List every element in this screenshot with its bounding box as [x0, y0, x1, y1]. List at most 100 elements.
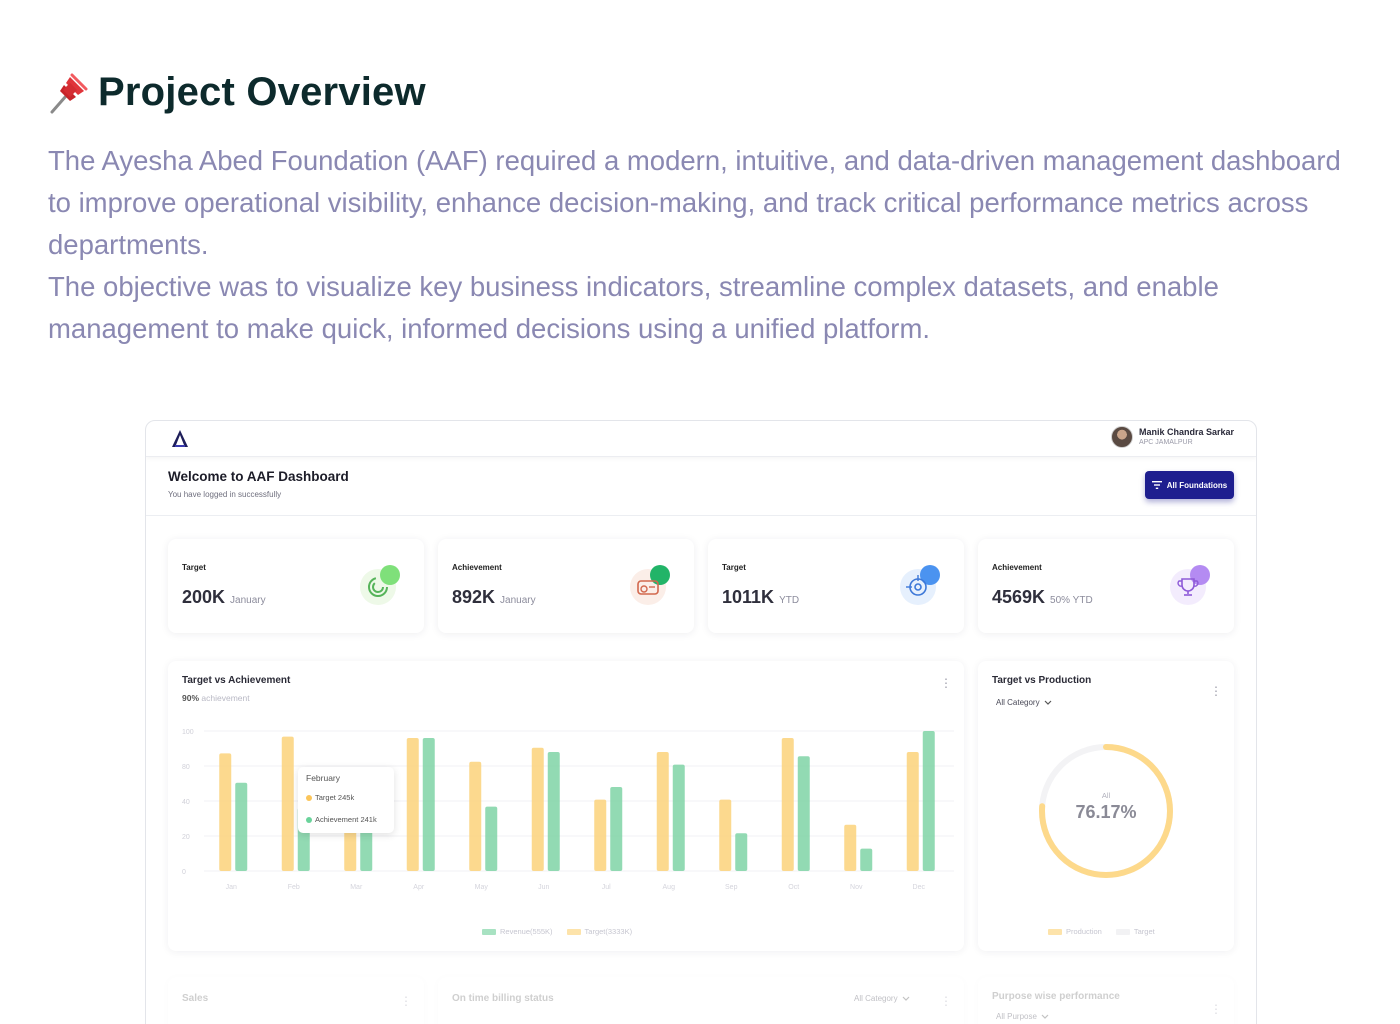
- all-foundations-label: All Foundations: [1166, 480, 1228, 490]
- bar-target-jul[interactable]: [594, 799, 607, 871]
- bar-achievement-dec[interactable]: [922, 731, 935, 871]
- page-title: Project Overview: [98, 70, 426, 114]
- description-paragraph-2: The objective was to visualize key busin…: [48, 271, 1219, 344]
- donut-center-label: All: [1101, 791, 1111, 800]
- purpose-performance-card: Purpose wise performance All Purpose ⋮: [978, 977, 1234, 1024]
- user-role: APC JAMALPUR: [1138, 439, 1193, 446]
- bar-target-apr[interactable]: [406, 738, 419, 871]
- x-tick-label: Jul: [602, 884, 611, 891]
- more-options-icon[interactable]: ⋮: [940, 677, 952, 689]
- tooltip-achievement-row: Achievement 241k: [306, 815, 377, 824]
- aaf-logo-icon: [172, 430, 188, 447]
- legend-item-target[interactable]: Target: [1115, 927, 1155, 936]
- kpi-card-achievement-ytd[interactable]: Achievement 4569K 50% YTD: [978, 539, 1234, 633]
- user-name: Manik Chandra Sarkar: [1138, 427, 1234, 437]
- welcome-subtitle: You have logged in successfully: [168, 490, 282, 499]
- bar-achievement-jun[interactable]: [547, 752, 560, 871]
- section-heading: Project Overview: [48, 70, 426, 115]
- x-tick-label: Apr: [413, 884, 425, 891]
- bar-achievement-jan[interactable]: [235, 782, 248, 871]
- legend-item-target[interactable]: Target(3333K): [566, 927, 632, 936]
- cash-icon: [630, 565, 670, 605]
- bar-target-nov[interactable]: [844, 824, 857, 871]
- bar-achievement-nov[interactable]: [860, 848, 873, 871]
- target-icon: [900, 565, 940, 605]
- x-tick-label: Oct: [788, 884, 799, 891]
- bar-achievement-may[interactable]: [485, 806, 498, 871]
- description-paragraph-1: The Ayesha Abed Foundation (AAF) require…: [48, 145, 1341, 260]
- x-tick-label: Feb: [288, 884, 300, 891]
- kpi-card-achievement-month[interactable]: Achievement 892K January: [438, 539, 694, 633]
- filter-icon: [1151, 481, 1162, 489]
- card-subtitle: 90% achievement: [182, 693, 250, 703]
- more-options-icon[interactable]: ⋮: [1210, 1003, 1222, 1015]
- kpi-label: Target: [722, 563, 746, 572]
- bar-achievement-sep[interactable]: [735, 833, 748, 871]
- y-tick-label: 80: [182, 764, 190, 771]
- target-vs-production-card: Target vs Production ⋮ All Category All …: [978, 661, 1234, 951]
- tooltip-target-row: Target 245k: [306, 793, 354, 802]
- chart-legend: Revenue(555K) Target(3333K): [482, 927, 632, 936]
- chevron-down-icon: [1041, 1014, 1049, 1019]
- bar-target-aug[interactable]: [656, 752, 669, 871]
- purpose-dropdown[interactable]: All Purpose: [992, 1009, 1053, 1024]
- bar-target-jun[interactable]: [531, 747, 544, 871]
- user-profile[interactable]: Manik Chandra Sarkar APC JAMALPUR: [1110, 426, 1234, 448]
- card-title: Sales: [182, 993, 209, 1004]
- more-options-icon[interactable]: ⋮: [1210, 685, 1222, 697]
- legend-item-production[interactable]: Production: [1048, 927, 1102, 936]
- kpi-value: 4569K 50% YTD: [992, 587, 1093, 607]
- kpi-value: 892K January: [452, 587, 536, 607]
- target-vs-achievement-card: Target vs Achievement 90% achievement ⋮ …: [168, 661, 964, 951]
- category-dropdown[interactable]: All Category: [850, 991, 914, 1006]
- bar-chart: 100 80 40 20 0 Jan Feb Mar Apr May Jun Jul Aug Sep Oct…: [182, 729, 954, 891]
- bar-target-feb[interactable]: [281, 736, 294, 871]
- kpi-value: 1011K YTD: [722, 587, 800, 607]
- chart-tooltip: February Target 245k Achievement 241k: [298, 767, 394, 833]
- kpi-period: YTD: [779, 595, 800, 606]
- bar-achievement-aug[interactable]: [672, 764, 685, 871]
- billing-status-card: On time billing status All Category ⋮: [438, 977, 964, 1024]
- dashboard-screenshot: Manik Chandra Sarkar APC JAMALPUR Welcom…: [145, 420, 1257, 1024]
- x-tick-label: Sep: [725, 884, 738, 891]
- bar-target-jan[interactable]: [219, 753, 232, 871]
- y-tick-label: 20: [182, 834, 190, 841]
- all-foundations-button[interactable]: All Foundations: [1145, 471, 1234, 499]
- bar-achievement-apr[interactable]: [422, 738, 435, 871]
- bar-target-may[interactable]: [469, 761, 482, 871]
- x-tick-label: May: [475, 884, 489, 891]
- card-title: On time billing status: [452, 993, 554, 1004]
- donut-center: All 76.17%: [1036, 791, 1176, 823]
- y-tick-label: 0: [182, 869, 186, 876]
- bar-achievement-jul[interactable]: [610, 787, 623, 871]
- legend-item-revenue[interactable]: Revenue(555K): [482, 927, 553, 936]
- kpi-card-target-month[interactable]: Target 200K January: [168, 539, 424, 633]
- category-dropdown[interactable]: All Category: [992, 695, 1056, 710]
- bar-target-dec[interactable]: [906, 752, 919, 871]
- trophy-icon: [1170, 565, 1210, 605]
- more-options-icon[interactable]: ⋮: [400, 995, 412, 1007]
- top-navbar: Manik Chandra Sarkar APC JAMALPUR: [146, 421, 1256, 457]
- y-tick-label: 100: [182, 729, 194, 736]
- kpi-label: Achievement: [452, 563, 502, 572]
- card-title: Target vs Achievement: [182, 675, 291, 686]
- x-tick-label: Aug: [663, 884, 676, 891]
- divider: [146, 515, 1256, 516]
- card-title: Purpose wise performance: [992, 991, 1120, 1002]
- x-tick-label: Dec: [913, 884, 926, 891]
- bar-target-oct[interactable]: [781, 738, 794, 871]
- x-tick-label: Mar: [350, 884, 363, 891]
- bar-achievement-oct[interactable]: [797, 756, 810, 871]
- bar-target-sep[interactable]: [719, 799, 732, 871]
- chevron-down-icon: [1044, 700, 1052, 705]
- sales-card: Sales ⋮: [168, 977, 424, 1024]
- kpi-period: January: [500, 595, 536, 606]
- donut-legend: Production Target: [1048, 927, 1155, 936]
- more-options-icon[interactable]: ⋮: [940, 995, 952, 1007]
- x-tick-label: Jun: [538, 884, 549, 891]
- avatar[interactable]: [1110, 426, 1133, 448]
- kpi-value: 200K January: [182, 587, 266, 607]
- kpi-label: Achievement: [992, 563, 1042, 572]
- welcome-title: Welcome to AAF Dashboard: [168, 469, 349, 484]
- kpi-card-target-ytd[interactable]: Target 1011K YTD: [708, 539, 964, 633]
